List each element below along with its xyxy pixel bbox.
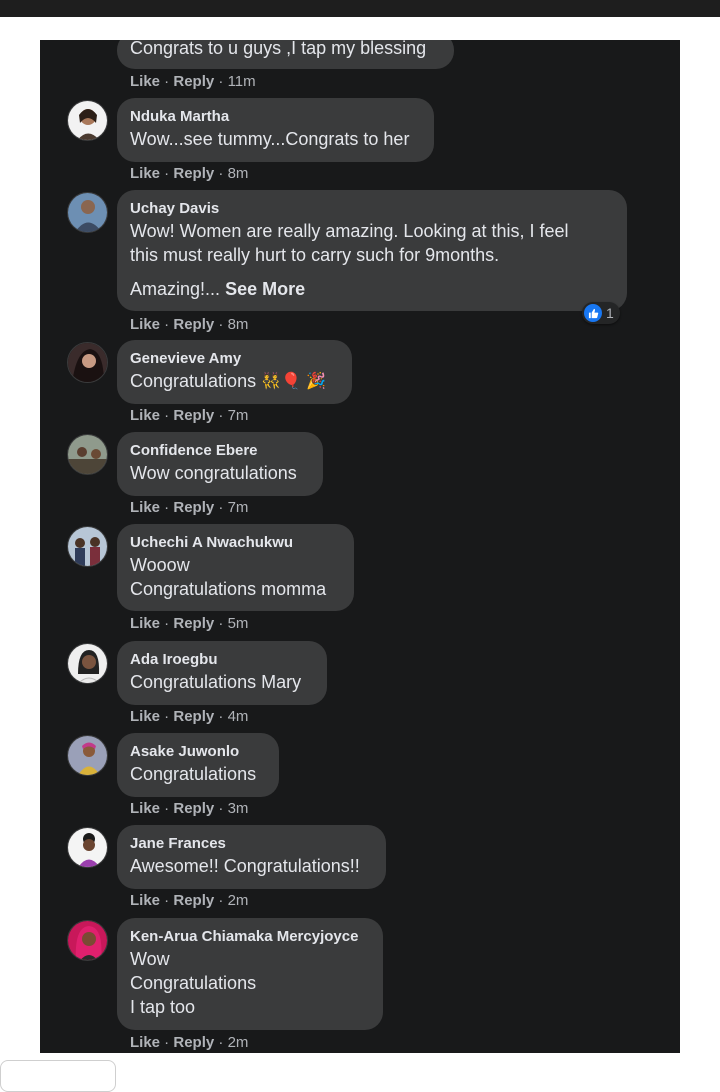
comment-text: Congratulations momma bbox=[130, 579, 327, 599]
reply-link[interactable]: Reply bbox=[173, 892, 214, 909]
reply-link[interactable]: Reply bbox=[173, 407, 214, 424]
comment-time: 8m bbox=[227, 165, 249, 182]
comment-bubble: Uchay Davis Wow! Women are really amazin… bbox=[117, 190, 627, 311]
comment-actions: Like · Reply · 8m bbox=[130, 316, 249, 333]
like-reaction-icon bbox=[584, 304, 602, 322]
comment-time: 7m bbox=[227, 499, 249, 516]
comment-text: Congrats to u guys ,I tap my blessing bbox=[130, 40, 427, 58]
comment-time: 11m bbox=[227, 73, 256, 90]
comment-actions: Like · Reply · 2m bbox=[130, 1034, 249, 1051]
comment-author[interactable]: Asake Juwonlo bbox=[130, 742, 266, 762]
like-link[interactable]: Like bbox=[130, 499, 160, 516]
avatar[interactable] bbox=[67, 192, 108, 233]
comment-text: I tap too bbox=[130, 997, 196, 1017]
reply-link[interactable]: Reply bbox=[173, 1034, 214, 1051]
comment-actions: Like · Reply · 8m bbox=[130, 165, 249, 182]
comment-bubble: Congrats to u guys ,I tap my blessing bbox=[117, 40, 454, 69]
avatar[interactable] bbox=[67, 827, 108, 868]
comment-text: Congratulations bbox=[130, 973, 257, 993]
bottom-partial-tab bbox=[0, 1060, 116, 1092]
like-link[interactable]: Like bbox=[130, 1034, 160, 1051]
avatar[interactable] bbox=[67, 526, 108, 567]
comments-panel: Congrats to u guys ,I tap my blessing Li… bbox=[40, 40, 680, 1053]
comment-actions: Like · Reply · 4m bbox=[130, 708, 249, 725]
avatar[interactable] bbox=[67, 434, 108, 475]
like-link[interactable]: Like bbox=[130, 407, 160, 424]
like-link[interactable]: Like bbox=[130, 316, 160, 333]
comment-actions: Like · Reply · 11m bbox=[130, 73, 256, 90]
comment-text: Wooow bbox=[130, 555, 190, 575]
like-link[interactable]: Like bbox=[130, 708, 160, 725]
reaction-count[interactable]: 1 bbox=[582, 302, 620, 324]
comment-text: Wow...see tummy...Congrats to her bbox=[130, 129, 410, 149]
comment-bubble: Confidence Ebere Wow congratulations bbox=[117, 432, 323, 496]
avatar[interactable] bbox=[67, 920, 108, 961]
comment-text: Amazing!... bbox=[130, 279, 221, 299]
comment-text: Wow! Women are really amazing. Looking a… bbox=[130, 221, 569, 241]
comment-author[interactable]: Jane Frances bbox=[130, 834, 373, 854]
comment-author[interactable]: Uchechi A Nwachukwu bbox=[130, 533, 341, 553]
top-status-bar bbox=[0, 0, 720, 17]
like-link[interactable]: Like bbox=[130, 165, 160, 182]
reply-link[interactable]: Reply bbox=[173, 499, 214, 516]
comment-text: Wow congratulations bbox=[130, 463, 297, 483]
comment-time: 7m bbox=[227, 407, 249, 424]
comment-actions: Like · Reply · 7m bbox=[130, 499, 249, 516]
reply-link[interactable]: Reply bbox=[173, 800, 214, 817]
comment-author[interactable]: Genevieve Amy bbox=[130, 349, 339, 369]
see-more-link[interactable]: See More bbox=[225, 279, 305, 299]
comment-author[interactable]: Confidence Ebere bbox=[130, 441, 310, 461]
comment-text: Congratulations Mary bbox=[130, 672, 302, 692]
comment-bubble: Ken-Arua Chiamaka Mercyjoyce Wow Congrat… bbox=[117, 918, 383, 1030]
comment-time: 8m bbox=[227, 316, 249, 333]
reply-link[interactable]: Reply bbox=[173, 316, 214, 333]
balloon-emoji: 🎈 bbox=[281, 373, 301, 391]
avatar[interactable] bbox=[67, 100, 108, 141]
comment-time: 2m bbox=[227, 1034, 249, 1051]
comment-author[interactable]: Uchay Davis bbox=[130, 199, 614, 219]
comment-bubble: Asake Juwonlo Congratulations bbox=[117, 733, 279, 797]
comment-actions: Like · Reply · 2m bbox=[130, 892, 249, 909]
comment-bubble: Jane Frances Awesome!! Congratulations!! bbox=[117, 825, 386, 889]
avatar[interactable] bbox=[67, 735, 108, 776]
avatar[interactable] bbox=[67, 643, 108, 684]
comment-text: Congratulations bbox=[130, 371, 257, 391]
like-link[interactable]: Like bbox=[130, 73, 160, 90]
like-link[interactable]: Like bbox=[130, 800, 160, 817]
reply-link[interactable]: Reply bbox=[173, 165, 214, 182]
comment-text: this must really hurt to carry such for … bbox=[130, 245, 500, 265]
party-popper-emoji: 🎉 bbox=[305, 373, 326, 391]
reply-link[interactable]: Reply bbox=[173, 708, 214, 725]
comment-time: 3m bbox=[227, 800, 249, 817]
comment-time: 2m bbox=[227, 892, 249, 909]
reaction-count-value: 1 bbox=[606, 305, 614, 321]
dancers-emoji: 👯 bbox=[261, 373, 282, 391]
comment-text: Congratulations bbox=[130, 764, 257, 784]
comment-text: Awesome!! Congratulations!! bbox=[130, 856, 360, 876]
comment-actions: Like · Reply · 7m bbox=[130, 407, 249, 424]
comment-actions: Like · Reply · 3m bbox=[130, 800, 249, 817]
avatar[interactable] bbox=[67, 342, 108, 383]
comment-text: Wow bbox=[130, 949, 170, 969]
comment-time: 5m bbox=[227, 615, 249, 632]
comment-author[interactable]: Ada Iroegbu bbox=[130, 650, 314, 670]
comment-actions: Like · Reply · 5m bbox=[130, 615, 249, 632]
comment-author[interactable]: Ken-Arua Chiamaka Mercyjoyce bbox=[130, 927, 370, 947]
reply-link[interactable]: Reply bbox=[173, 615, 214, 632]
comment-bubble: Genevieve Amy Congratulations 👯🎈 🎉 bbox=[117, 340, 352, 404]
like-link[interactable]: Like bbox=[130, 892, 160, 909]
comment-time: 4m bbox=[227, 708, 249, 725]
comment-bubble: Ada Iroegbu Congratulations Mary bbox=[117, 641, 327, 705]
comment-bubble: Nduka Martha Wow...see tummy...Congrats … bbox=[117, 98, 434, 162]
reply-link[interactable]: Reply bbox=[173, 73, 214, 90]
comment-bubble: Uchechi A Nwachukwu Wooow Congratulation… bbox=[117, 524, 354, 611]
comment-author[interactable]: Nduka Martha bbox=[130, 107, 421, 127]
like-link[interactable]: Like bbox=[130, 615, 160, 632]
